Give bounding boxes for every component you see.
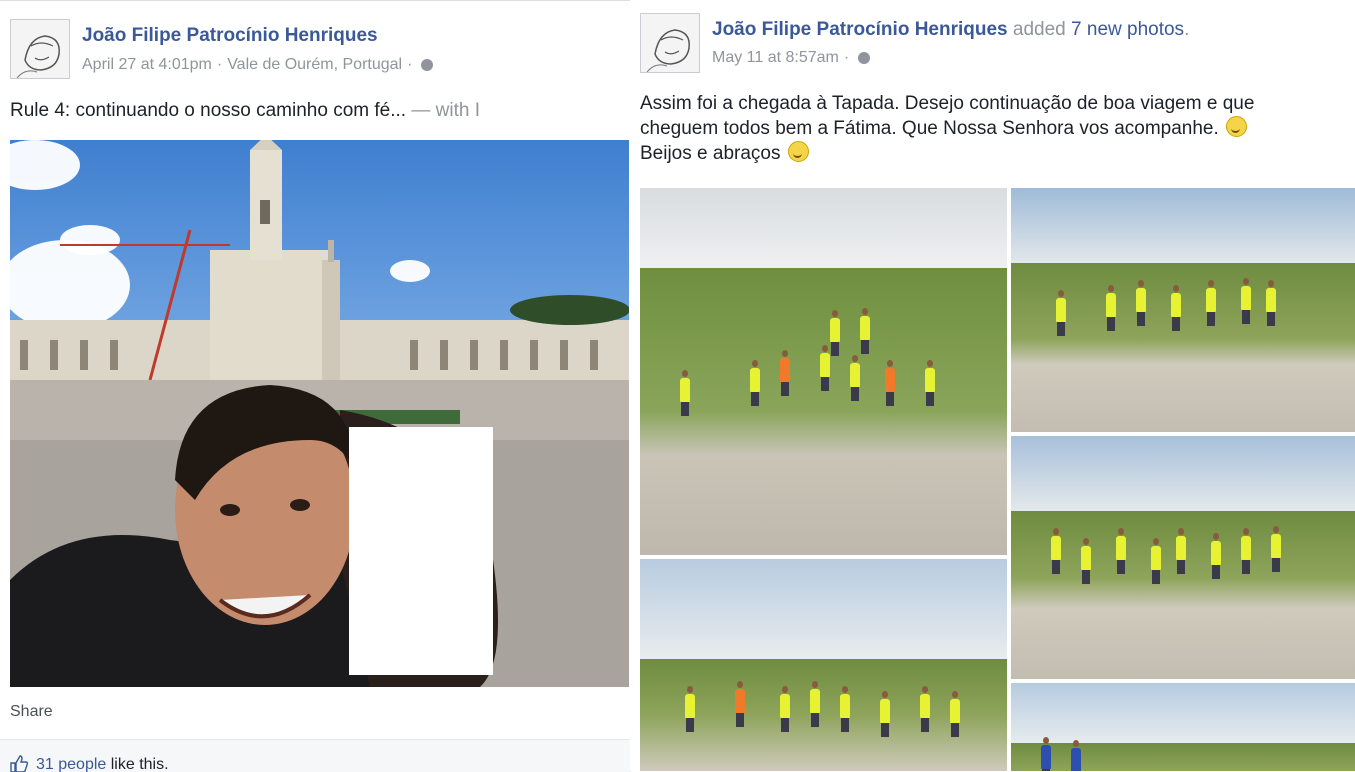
pilgrim-figure [1041,737,1051,771]
pilgrim-figure [780,686,790,732]
pilgrim-figure [750,360,760,406]
author-avatar[interactable] [640,13,700,73]
author-name[interactable]: João Filipe Patrocínio Henriques [82,25,378,47]
like-thumb-icon[interactable] [10,755,28,772]
post-text-line-2: cheguem todos bem a Fátima. Que Nossa Se… [640,116,1254,141]
pilgrim-figure [1051,528,1061,574]
pilgrim-figure [1106,285,1116,331]
pilgrim-figure [685,686,695,732]
pilgrim-figure [1071,740,1081,771]
avatar-sketch-icon [641,14,699,72]
photo-sky [640,559,1007,659]
pilgrim-figure [1241,528,1251,574]
album-photo-2[interactable] [1011,188,1355,432]
photo-sky [1011,188,1355,263]
post-message: Rule 4: continuando o nosso caminho com … [10,100,407,121]
pilgrim-figure [1211,533,1221,579]
post-left: João Filipe Patrocínio Henriques April 2… [0,0,631,772]
pilgrim-figure [1116,528,1126,574]
photo-ground [1011,743,1355,771]
post-right: João Filipe Patrocínio Henriques added 7… [630,0,1355,771]
pilgrim-figure [880,691,890,737]
pilgrim-figure [860,308,870,354]
smiley-icon [1226,116,1248,137]
action-prefix: added [1007,19,1072,40]
pilgrim-figure [1241,278,1251,324]
globe-icon[interactable] [421,58,434,71]
post-text-line: Beijos e abraços [640,143,781,164]
pilgrim-figure [1266,280,1276,326]
post-text: Rule 4: continuando o nosso caminho com … [10,98,480,123]
smiley-icon [787,141,809,162]
pilgrim-figure [1136,280,1146,326]
pilgrim-figure [810,681,820,727]
pilgrim-figure [840,686,850,732]
meta-separator: · [843,49,850,66]
pilgrim-figure [1271,526,1281,572]
share-link[interactable]: Share [10,703,53,721]
pilgrim-figure [1206,280,1216,326]
author-name[interactable]: João Filipe Patrocínio Henriques [712,19,1008,40]
post-meta: April 27 at 4:01pm · Vale de Ourém, Portug… [82,56,434,74]
globe-icon[interactable] [858,51,871,64]
photo-sky [1011,436,1355,511]
pilgrim-figure [680,370,690,416]
pilgrim-figure [885,360,895,406]
meta-separator: · [407,56,413,73]
pilgrim-figure [1151,538,1161,584]
pilgrim-figure [950,691,960,737]
likes-bar: 31 people like this. [0,739,630,772]
post-text-line: cheguem todos bem a Fátima. Que Nossa Se… [640,118,1219,139]
pilgrim-figure [850,355,860,401]
album-photo-5[interactable] [1011,683,1355,771]
tagged-with[interactable]: — with I [406,100,480,121]
photo-sky [640,188,1007,268]
album-photo-1[interactable] [640,188,1007,555]
pilgrim-figure [1056,290,1066,336]
avatar-sketch-icon [11,20,69,78]
pilgrim-figure [1171,285,1181,331]
pilgrim-figure [830,310,840,356]
redaction-box [349,427,493,675]
post-text-line-3: Beijos e abraços [640,141,1254,166]
action-suffix: . [1184,19,1190,40]
post-header: João Filipe Patrocínio Henriques added 7… [712,19,1189,41]
pilgrim-figure [920,686,930,732]
pilgrim-figure [820,345,830,391]
post-text-line: Assim foi a chegada à Tapada. Desejo con… [640,93,1255,114]
album-photo-4[interactable] [640,559,1007,771]
photo-ground [1011,263,1355,432]
pilgrim-figure [780,350,790,396]
photo-sky [1011,683,1355,743]
photo-ground [640,268,1007,555]
pilgrim-figure [1176,528,1186,574]
likes-suffix: like this. [106,756,169,772]
photos-count-link[interactable]: 7 new photos [1071,19,1184,40]
pilgrim-figure [735,681,745,727]
selfie-people-illustration [10,385,498,687]
meta-separator: · [216,56,223,73]
post-meta: May 11 at 8:57am · [712,49,871,67]
pilgrim-figure [925,360,935,406]
post-text: Assim foi a chegada à Tapada. Desejo con… [640,91,1254,166]
album-photo-3[interactable] [1011,436,1355,679]
likes-summary: 31 people like this. [36,756,169,772]
author-avatar[interactable] [10,19,70,79]
post-photo-selfie[interactable] [10,140,629,687]
post-date[interactable]: April 27 at 4:01pm [82,56,212,73]
post-date[interactable]: May 11 at 8:57am [712,49,839,66]
post-location[interactable]: Vale de Ourém, Portugal [227,56,402,73]
likes-count-link[interactable]: 31 people [36,756,106,772]
pilgrim-figure [1081,538,1091,584]
